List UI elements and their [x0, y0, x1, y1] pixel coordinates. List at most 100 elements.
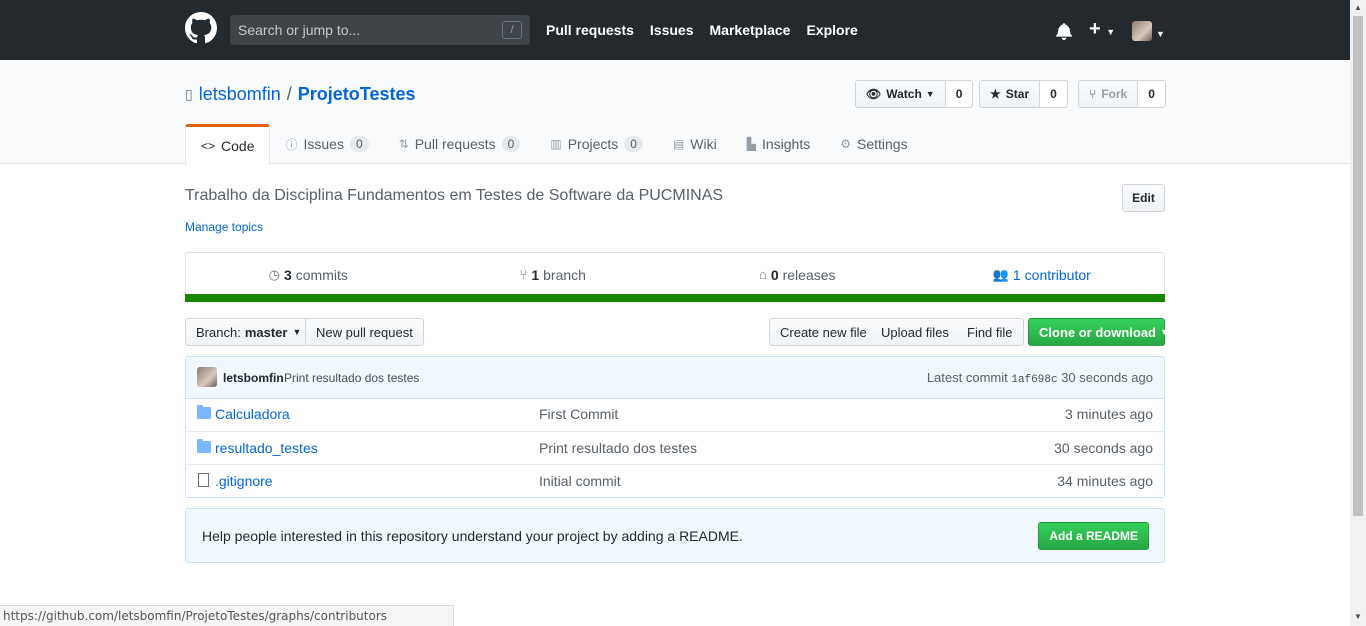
new-pull-request-button[interactable]: New pull request [305, 318, 424, 346]
file-navigation: Branch: master ▼ New pull request Create n… [185, 318, 1169, 346]
search-input[interactable] [230, 15, 530, 45]
readme-prompt: Help people interested in this repositor… [185, 508, 1165, 563]
user-avatar[interactable] [1132, 21, 1152, 41]
tag-icon: ⌂ [758, 267, 767, 282]
commit-author[interactable]: letsbomfin [223, 371, 284, 385]
edit-description-button[interactable]: Edit [1122, 184, 1165, 212]
tab-settings[interactable]: ⚙ Settings [825, 124, 922, 164]
graph-icon: ▙ [746, 137, 756, 151]
tab-label: Code [221, 138, 255, 154]
tab-insights[interactable]: ▙ Insights [732, 124, 825, 164]
branch-label: branch [543, 266, 586, 283]
fork-label: Fork [1101, 87, 1128, 101]
repo-header: ▯ letsbomfin / ProjetoTestes 👁 Watch ▼ 0 ★… [0, 60, 1350, 165]
star-button[interactable]: ★ Star [979, 80, 1041, 108]
create-new-menu[interactable]: + ▼ [1089, 18, 1115, 41]
repo-owner-link[interactable]: letsbomfin [199, 84, 281, 105]
tab-pull-requests[interactable]: ⇅ Pull requests 0 [384, 124, 536, 164]
list-item: resultado_testes Print resultado dos tes… [186, 431, 1164, 464]
commit-sha[interactable]: 1af698c [1011, 374, 1057, 386]
language-bar[interactable] [185, 294, 1165, 302]
global-header: / Pull requests Issues Marketplace Explo… [0, 0, 1350, 60]
latest-commit-label: Latest commit [926, 370, 1008, 385]
branch-name: master [244, 324, 288, 340]
book-icon: ▤ [672, 137, 685, 151]
commits-label: commits [295, 266, 348, 283]
tab-code[interactable]: <> Code [185, 124, 271, 165]
file-name-link[interactable]: Calculadora [215, 406, 290, 422]
repo-name-link[interactable]: ProjetoTestes [298, 84, 416, 105]
history-icon: ◷ [268, 266, 280, 282]
author-avatar[interactable] [197, 367, 217, 387]
projects-counter: 0 [624, 136, 643, 152]
clone-label: Clone or download [1039, 324, 1156, 340]
create-new-file-button[interactable]: Create new file [769, 318, 878, 346]
search-shortcut-key: / [502, 21, 522, 39]
caret-down-icon: ▼ [925, 89, 935, 99]
browser-status-url: https://github.com/letsbomfin/ProjetoTes… [0, 605, 454, 626]
folder-icon [197, 405, 211, 419]
file-name-link[interactable]: resultado_testes [215, 440, 318, 456]
fork-group: ⑂ Fork 0 [1078, 80, 1166, 108]
file-age: 30 seconds ago [1054, 440, 1153, 456]
path-separator: / [286, 84, 292, 104]
tab-projects[interactable]: ▥ Projects 0 [535, 124, 658, 164]
branch-prefix: Branch: [196, 324, 241, 340]
caret-down-icon: ▼ [1160, 327, 1169, 337]
clone-download-button[interactable]: Clone or download ▼ [1028, 318, 1169, 346]
file-age: 3 minutes ago [1065, 406, 1153, 422]
nav-explore[interactable]: Explore [806, 22, 857, 38]
tab-label: Insights [761, 136, 811, 152]
branch-count: 1 [531, 266, 540, 283]
star-group: ★ Star 0 [979, 80, 1068, 108]
repo-description: Trabalho da Disciplina Fundamentos em Te… [185, 187, 724, 204]
star-label: Star [1005, 87, 1030, 101]
nav-pull-requests[interactable]: Pull requests [546, 22, 634, 38]
readme-prompt-message: Help people interested in this repositor… [202, 528, 743, 544]
tab-issues[interactable]: ⓘ Issues 0 [270, 124, 383, 164]
file-commit-message[interactable]: Initial commit [539, 473, 621, 489]
github-logo-icon[interactable] [185, 12, 217, 44]
upload-files-button[interactable]: Upload files [871, 318, 960, 346]
plus-icon: + [1089, 18, 1101, 40]
fork-icon: ⑂ [1089, 87, 1097, 101]
file-icon [198, 473, 209, 487]
fork-count[interactable]: 0 [1138, 80, 1166, 108]
watch-group: 👁 Watch ▼ 0 [855, 80, 974, 108]
file-name-link[interactable]: .gitignore [215, 473, 273, 489]
add-readme-button[interactable]: Add a README [1038, 522, 1149, 550]
scroll-up-icon[interactable]: ▲ [1354, 3, 1362, 12]
find-file-button[interactable]: Find file [957, 318, 1024, 346]
file-commit-message[interactable]: Print resultado dos testes [539, 440, 697, 456]
star-count[interactable]: 0 [1040, 80, 1068, 108]
manage-topics-link[interactable]: Manage topics [185, 220, 263, 234]
page-scrollbar[interactable]: ▲ ▼ [1350, 0, 1366, 626]
people-icon: 👥 [992, 266, 1009, 282]
header-nav: Pull requests Issues Marketplace Explore [546, 22, 874, 38]
bell-icon[interactable] [1056, 22, 1072, 40]
search-box[interactable]: / [230, 15, 530, 45]
scroll-down-icon[interactable]: ▼ [1354, 612, 1362, 621]
project-icon: ▥ [550, 137, 562, 151]
watch-button[interactable]: 👁 Watch ▼ [855, 80, 946, 108]
list-item: Calculadora First Commit 3 minutes ago [186, 398, 1164, 431]
commit-message[interactable]: Print resultado dos testes [284, 371, 419, 385]
branch-select-button[interactable]: Branch: master ▼ [185, 318, 313, 346]
releases-label: releases [782, 266, 836, 283]
commit-meta: Latest commit 1af698c 30 seconds ago [927, 370, 1153, 386]
repo-tabs: <> Code ⓘ Issues 0 ⇅ Pull requests 0 ▥ Project… [185, 124, 923, 165]
scrollbar-thumb[interactable] [1353, 16, 1363, 516]
fork-button[interactable]: ⑂ Fork [1078, 80, 1139, 108]
nav-issues[interactable]: Issues [650, 22, 694, 38]
tab-wiki[interactable]: ▤ Wiki [658, 124, 732, 164]
commit-age: 30 seconds ago [1061, 370, 1153, 385]
latest-commit-bar: letsbomfin Print resultado dos testes La… [185, 356, 1165, 399]
issue-icon: ⓘ [285, 137, 298, 152]
repo-icon: ▯ [185, 86, 193, 102]
eye-icon: 👁 [866, 87, 882, 101]
nav-marketplace[interactable]: Marketplace [710, 22, 791, 38]
file-commit-message[interactable]: First Commit [539, 406, 618, 422]
commits-count: 3 [283, 266, 292, 283]
watch-count[interactable]: 0 [945, 80, 974, 108]
caret-down-icon[interactable]: ▼ [1156, 24, 1165, 40]
